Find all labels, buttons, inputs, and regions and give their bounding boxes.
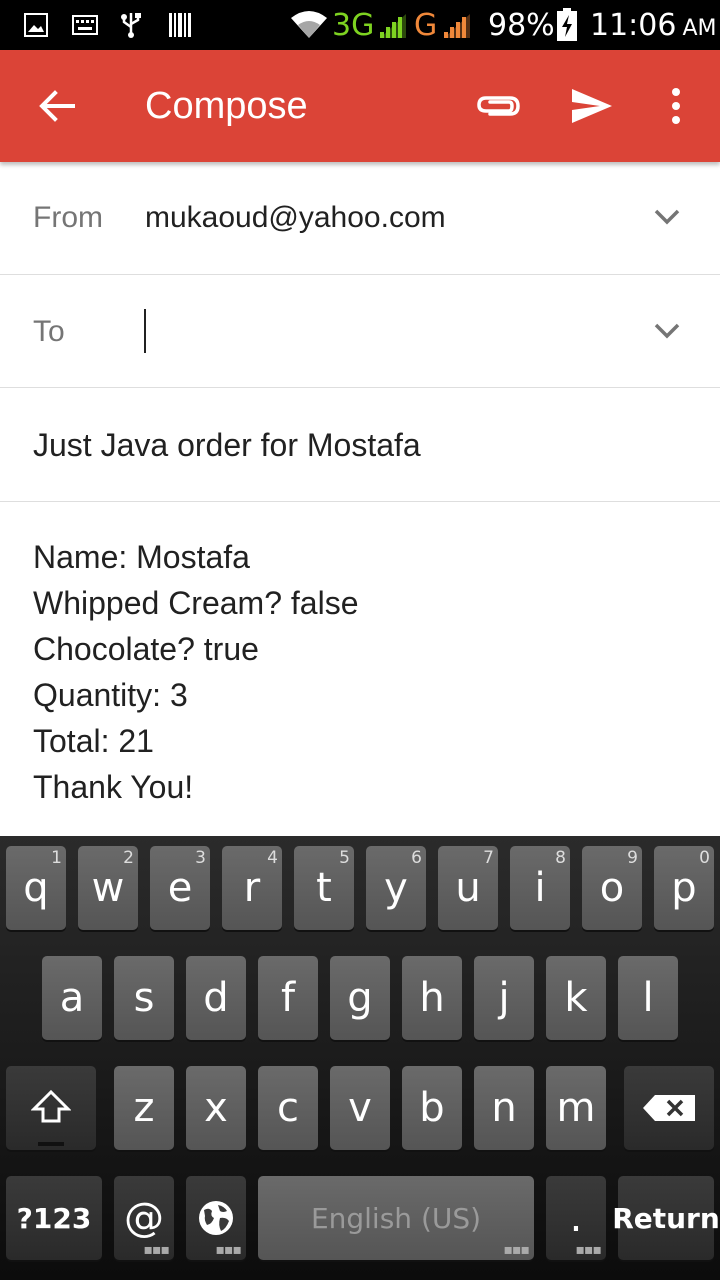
key-t[interactable]: t5 [294, 846, 354, 930]
symbols-key[interactable]: ?123 [6, 1176, 102, 1260]
clock: 11:06 AM [590, 7, 717, 43]
key-c[interactable]: c [258, 1066, 318, 1150]
key-i[interactable]: i8 [510, 846, 570, 930]
key-p[interactable]: p0 [654, 846, 714, 930]
wifi-icon [291, 11, 327, 38]
key-z[interactable]: z [114, 1066, 174, 1150]
key-a[interactable]: a [42, 956, 102, 1040]
network-3g-label: 3G [332, 7, 375, 43]
key-more-dots: ▪▪▪ [503, 1242, 530, 1258]
shift-icon [31, 1089, 71, 1123]
key-y[interactable]: y6 [366, 846, 426, 930]
attach-button[interactable] [468, 50, 528, 162]
key-s[interactable]: s [114, 956, 174, 1040]
at-key[interactable]: @ ▪▪▪ [114, 1176, 174, 1260]
key-q[interactable]: q1 [6, 846, 66, 930]
key-v[interactable]: v [330, 1066, 390, 1150]
body-line: Whipped Cream? false [33, 585, 359, 621]
from-row[interactable]: From mukaoud@yahoo.com [0, 162, 720, 275]
key-u[interactable]: u7 [438, 846, 498, 930]
image-notification-icon [24, 13, 48, 37]
key-x[interactable]: x [186, 1066, 246, 1150]
body-line: Chocolate? true [33, 631, 259, 667]
period-key[interactable]: . ▪▪▪ [546, 1176, 606, 1260]
barcode-icon [169, 13, 191, 37]
network-g-label: G [414, 7, 438, 43]
body-line: Quantity: 3 [33, 677, 188, 713]
soft-keyboard: q1 w2 e3 r4 t5 y6 u7 i8 o9 p0 a s d f g … [0, 836, 720, 1280]
key-more-dots: ▪▪▪ [215, 1242, 242, 1258]
text-cursor [144, 309, 146, 353]
more-vert-icon [672, 88, 680, 124]
back-button[interactable] [22, 50, 92, 162]
from-account[interactable]: mukaoud@yahoo.com [145, 201, 446, 235]
from-label: From [33, 201, 103, 234]
shift-key[interactable] [6, 1066, 96, 1150]
send-button[interactable] [562, 50, 622, 162]
shift-indicator [38, 1142, 64, 1146]
globe-icon [199, 1201, 233, 1235]
backspace-icon [643, 1095, 695, 1121]
keyboard-notification-icon [72, 15, 98, 35]
key-n[interactable]: n [474, 1066, 534, 1150]
language-key[interactable]: ▪▪▪ [186, 1176, 246, 1260]
body-line: Thank You! [33, 769, 194, 805]
body-line: Total: 21 [33, 723, 154, 759]
to-row[interactable]: To [0, 275, 720, 388]
subject-row[interactable]: Just Java order for Mostafa [0, 388, 720, 502]
key-d[interactable]: d [186, 956, 246, 1040]
battery-charging-icon [557, 8, 577, 41]
backspace-key[interactable] [624, 1066, 714, 1150]
status-bar: 3G G 98% 11:06 AM [0, 0, 720, 50]
send-icon [572, 89, 612, 123]
key-f[interactable]: f [258, 956, 318, 1040]
body-line: Name: Mostafa [33, 539, 250, 575]
app-bar: Compose [0, 50, 720, 162]
key-b[interactable]: b [402, 1066, 462, 1150]
space-key[interactable]: English (US) ▪▪▪ [258, 1176, 534, 1260]
key-h[interactable]: h [402, 956, 462, 1040]
to-label: To [33, 315, 65, 348]
from-chevron-down-icon[interactable] [654, 209, 680, 225]
key-r[interactable]: r4 [222, 846, 282, 930]
key-w[interactable]: w2 [78, 846, 138, 930]
signal-g-icon [444, 14, 470, 38]
key-g[interactable]: g [330, 956, 390, 1040]
return-key[interactable]: Return [612, 1176, 720, 1260]
page-title: Compose [145, 85, 308, 127]
subject-input[interactable]: Just Java order for Mostafa [33, 427, 421, 464]
key-more-dots: ▪▪▪ [575, 1242, 602, 1258]
signal-3g-icon [380, 14, 406, 38]
paperclip-icon [477, 96, 520, 116]
key-k[interactable]: k [546, 956, 606, 1040]
usb-icon [121, 13, 141, 38]
key-e[interactable]: e3 [150, 846, 210, 930]
key-l[interactable]: l [618, 956, 678, 1040]
to-chevron-down-icon[interactable] [654, 323, 680, 339]
more-options-button[interactable] [652, 50, 700, 162]
email-body[interactable]: Name: Mostafa Whipped Cream? false Choco… [33, 534, 358, 810]
battery-percent: 98% [488, 7, 555, 43]
back-arrow-icon [39, 90, 75, 122]
key-o[interactable]: o9 [582, 846, 642, 930]
key-more-dots: ▪▪▪ [143, 1242, 170, 1258]
key-j[interactable]: j [474, 956, 534, 1040]
key-m[interactable]: m [546, 1066, 606, 1150]
